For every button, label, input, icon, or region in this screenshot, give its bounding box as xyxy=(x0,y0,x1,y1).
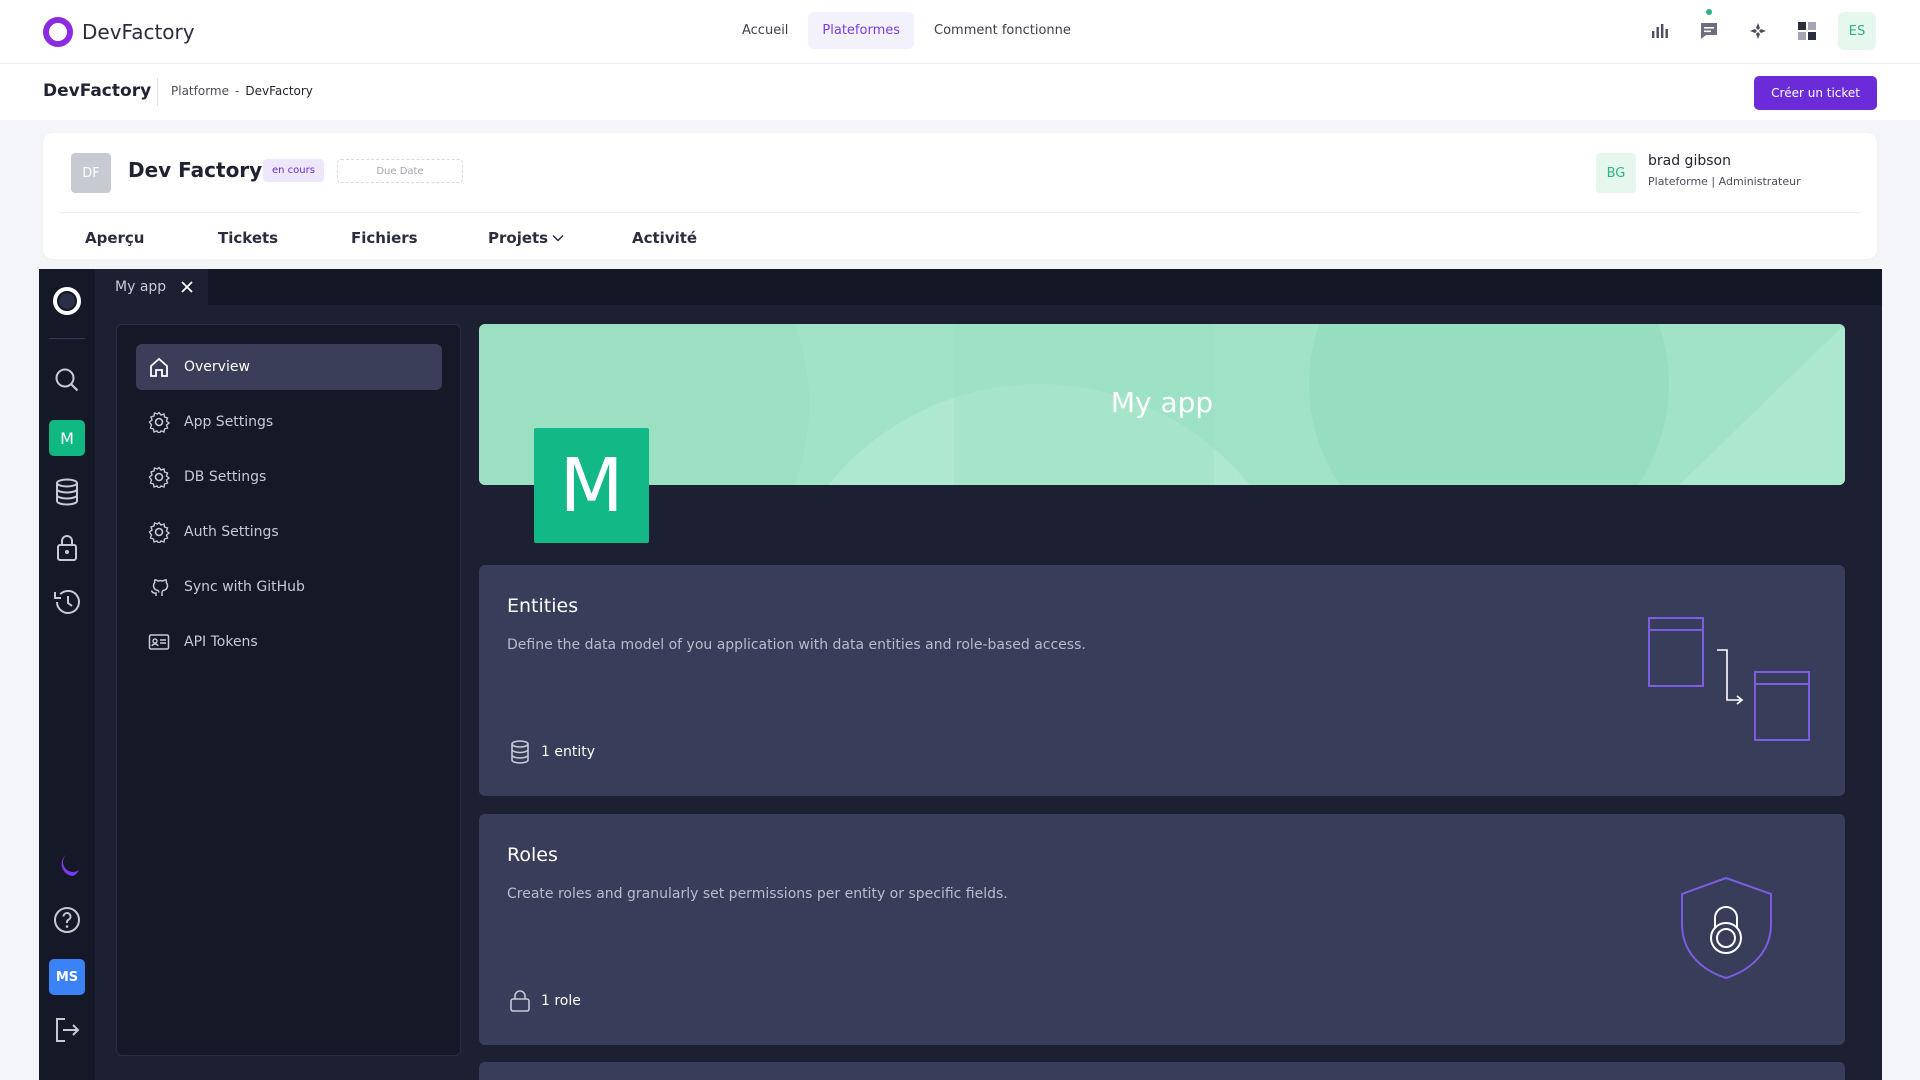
entities-illustration xyxy=(1648,617,1810,741)
next-card[interactable] xyxy=(479,1062,1845,1080)
app-icon-tile: M xyxy=(534,428,649,543)
settings-item-label: Overview xyxy=(184,359,250,375)
project-avatar: DF xyxy=(71,153,111,193)
settings-sidebar: Overview App Settings DB Settings Auth S… xyxy=(116,324,461,1056)
close-icon[interactable] xyxy=(180,280,194,294)
tab-apercu[interactable]: Aperçu xyxy=(85,229,218,247)
settings-item-label: App Settings xyxy=(184,414,274,430)
notification-dot xyxy=(1706,9,1712,15)
nav-comment-fonctionne[interactable]: Comment fonctionne xyxy=(920,12,1085,49)
tab-fichiers[interactable]: Fichiers xyxy=(351,229,488,247)
divider xyxy=(59,212,1861,213)
user-avatar[interactable]: ES xyxy=(1838,12,1876,50)
database-icon[interactable] xyxy=(48,473,86,511)
lock-icon xyxy=(510,990,530,1012)
app-rail: M MS xyxy=(39,269,95,1080)
tab-tickets[interactable]: Tickets xyxy=(218,229,351,247)
owner-role: Plateforme | Administrateur xyxy=(1648,175,1801,188)
project-header-card: DF Dev Factory en cours Due Date BG brad… xyxy=(43,133,1877,259)
divider xyxy=(49,338,85,339)
entity-count: 1 entity xyxy=(541,744,595,760)
tab-label: Activité xyxy=(632,229,698,247)
role-count: 1 role xyxy=(541,993,581,1009)
page-title: DevFactory xyxy=(43,81,152,101)
create-ticket-button[interactable]: Créer un ticket xyxy=(1754,76,1877,110)
tab-label: Projets xyxy=(488,229,549,247)
card-description: Create roles and granularly set permissi… xyxy=(507,886,1008,902)
tab-projets[interactable]: Projets xyxy=(488,229,632,247)
search-icon[interactable] xyxy=(48,361,86,399)
settings-item-label: Auth Settings xyxy=(184,524,279,540)
home-icon xyxy=(150,357,168,377)
lock-icon[interactable] xyxy=(48,529,86,567)
banner-title: My app xyxy=(1110,386,1214,419)
settings-item-app-settings[interactable]: App Settings xyxy=(136,399,442,445)
tab-label: Aperçu xyxy=(85,229,145,247)
gear-icon xyxy=(148,521,170,543)
brand-name: DevFactory xyxy=(82,20,195,44)
project-tabs: Aperçu Tickets Fichiers Projets Activité xyxy=(85,229,697,247)
app-overview: My app M Entities Define the data model … xyxy=(479,324,1845,1080)
status-badge: en cours xyxy=(263,159,324,182)
settings-item-db-settings[interactable]: DB Settings xyxy=(136,454,442,500)
top-actions: ES xyxy=(1642,9,1876,50)
card-meta: 1 role xyxy=(509,989,581,1013)
settings-item-label: Sync with GitHub xyxy=(184,579,305,595)
embedded-app: M MS My app Overview App Settings DB Set… xyxy=(39,269,1882,1080)
help-icon[interactable] xyxy=(48,901,86,939)
logout-icon[interactable] xyxy=(48,1011,86,1049)
chevron-down-icon xyxy=(552,234,564,242)
card-meta: 1 entity xyxy=(509,740,595,764)
id-card-icon xyxy=(148,634,170,650)
nav-plateformes[interactable]: Plateformes xyxy=(808,12,915,49)
project-name: Dev Factory xyxy=(128,158,263,182)
roles-card[interactable]: Roles Create roles and granularly set pe… xyxy=(479,814,1845,1045)
brand-logo-icon xyxy=(43,17,73,47)
breadcrumb-item-current: DevFactory xyxy=(245,84,313,98)
gear-icon xyxy=(148,411,170,433)
app-logo-icon[interactable] xyxy=(48,282,86,320)
card-title: Roles xyxy=(507,844,558,866)
tab-label: Tickets xyxy=(218,229,279,247)
app-banner: My app xyxy=(479,324,1845,485)
bar-chart-icon[interactable] xyxy=(1642,12,1678,50)
breadcrumb-separator: - xyxy=(235,84,240,98)
github-icon xyxy=(150,578,169,596)
settings-item-auth-settings[interactable]: Auth Settings xyxy=(136,509,442,555)
gear-icon xyxy=(148,466,170,488)
brand[interactable]: DevFactory xyxy=(43,17,195,47)
database-icon xyxy=(511,740,529,764)
shield-lock-icon xyxy=(1681,876,1772,980)
app-switcher[interactable]: M xyxy=(49,420,85,456)
card-title: Entities xyxy=(507,595,579,617)
nav-accueil[interactable]: Accueil xyxy=(728,12,802,49)
card-description: Define the data model of you application… xyxy=(507,637,1086,653)
tab-label: Fichiers xyxy=(351,229,418,247)
settings-item-label: API Tokens xyxy=(184,634,258,650)
user-avatar[interactable]: MS xyxy=(49,959,85,995)
owner-name: brad gibson xyxy=(1648,153,1731,169)
moon-icon[interactable] xyxy=(48,847,86,885)
top-navbar: DevFactory Accueil Plateformes Comment f… xyxy=(0,0,1920,64)
owner-avatar: BG xyxy=(1596,153,1636,193)
divider xyxy=(157,78,158,106)
main-nav: Accueil Plateformes Comment fonctionne xyxy=(728,12,1085,49)
breadcrumb-item-platforme[interactable]: Platforme xyxy=(171,84,229,98)
tab-my-app[interactable]: My app xyxy=(95,269,209,305)
tab-label: My app xyxy=(115,279,167,295)
due-date-field[interactable]: Due Date xyxy=(337,159,463,183)
sub-header: DevFactory Platforme - DevFactory Créer … xyxy=(0,64,1920,120)
breadcrumb: Platforme - DevFactory xyxy=(171,84,313,98)
apps-icon[interactable] xyxy=(1789,12,1825,50)
settings-item-sync-github[interactable]: Sync with GitHub xyxy=(136,564,442,610)
history-icon[interactable] xyxy=(48,583,86,621)
chat-icon[interactable] xyxy=(1691,9,1727,50)
settings-item-api-tokens[interactable]: API Tokens xyxy=(136,619,442,665)
tab-activite[interactable]: Activité xyxy=(632,229,697,247)
entities-card[interactable]: Entities Define the data model of you ap… xyxy=(479,565,1845,796)
settings-item-label: DB Settings xyxy=(184,469,267,485)
sparkle-icon[interactable] xyxy=(1740,12,1776,50)
settings-item-overview[interactable]: Overview xyxy=(136,344,442,390)
app-tabstrip: My app xyxy=(95,269,1882,305)
